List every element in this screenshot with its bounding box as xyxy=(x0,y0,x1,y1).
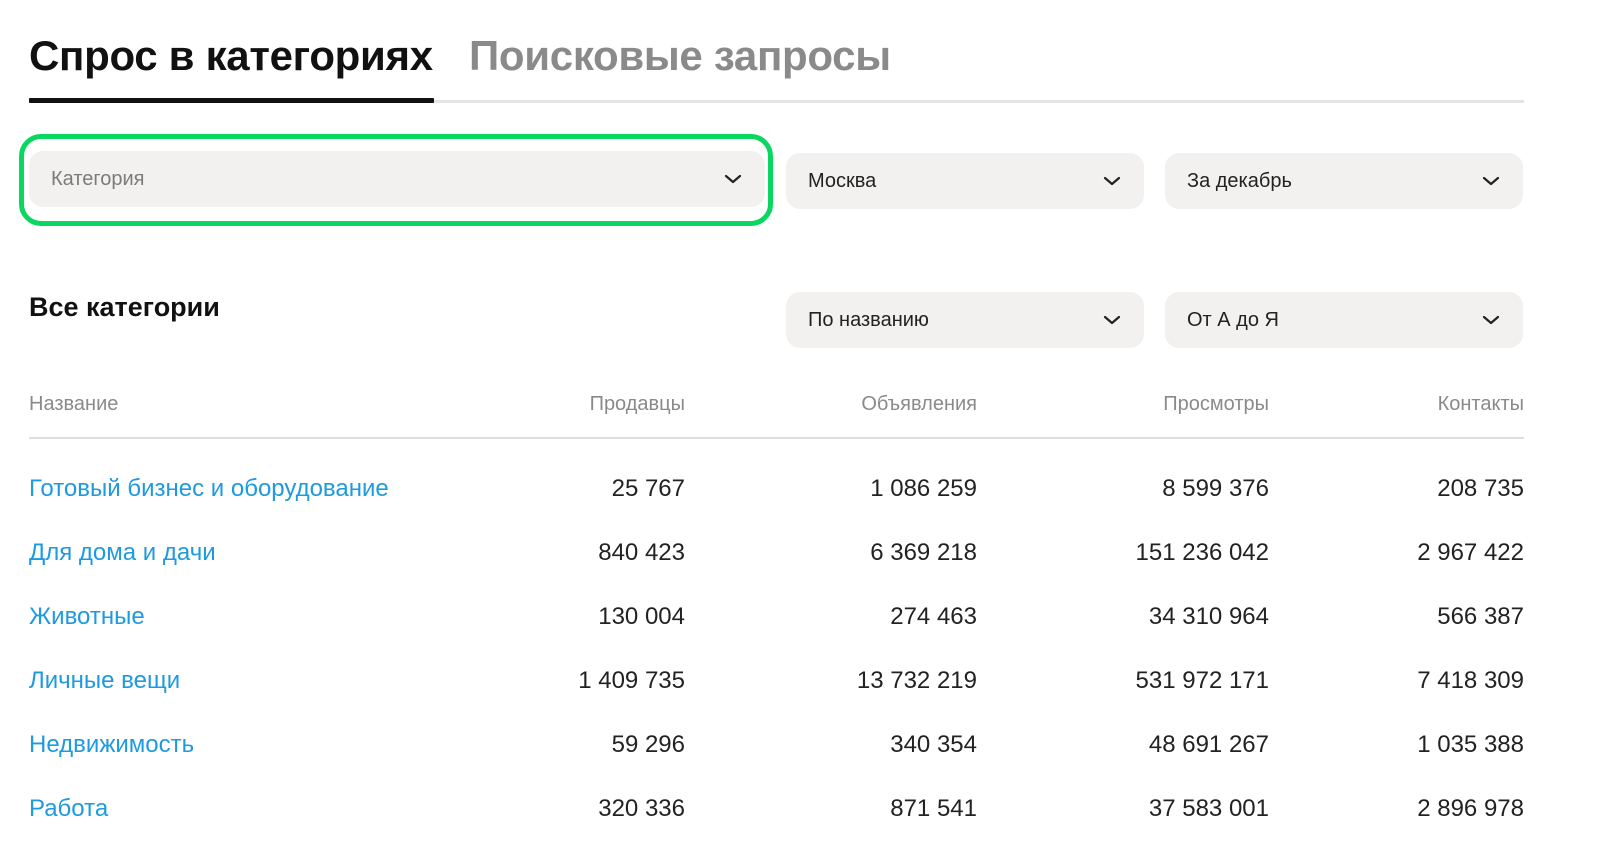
ads-cell: 274 463 xyxy=(890,603,977,630)
column-header-name: Название xyxy=(29,393,119,415)
contacts-cell: 566 387 xyxy=(1437,603,1524,630)
category-link[interactable]: Готовый бизнес и оборудование xyxy=(29,475,389,503)
contacts-cell: 7 418 309 xyxy=(1417,667,1524,694)
city-select-value: Москва xyxy=(808,169,877,192)
views-cell: 8 599 376 xyxy=(1162,475,1269,502)
table-row: Готовый бизнес и оборудование 25 767 1 0… xyxy=(29,470,1524,534)
contacts-cell: 1 035 388 xyxy=(1417,731,1524,758)
contacts-cell: 2 896 978 xyxy=(1417,795,1524,822)
category-link[interactable]: Животные xyxy=(29,603,145,631)
column-header-views: Просмотры xyxy=(1163,393,1269,415)
table-row: Недвижимость 59 296 340 354 48 691 267 1… xyxy=(29,726,1524,790)
table-row: Личные вещи 1 409 735 13 732 219 531 972… xyxy=(29,662,1524,726)
ads-cell: 871 541 xyxy=(890,795,977,822)
views-cell: 37 583 001 xyxy=(1148,795,1269,822)
views-cell: 151 236 042 xyxy=(1135,539,1269,566)
sort-order-value: От А до Я xyxy=(1187,308,1279,331)
table-body: Готовый бизнес и оборудование 25 767 1 0… xyxy=(29,470,1524,854)
tab-demand-in-categories[interactable]: Спрос в категориях xyxy=(29,32,433,80)
section-title: Все категории xyxy=(29,292,220,322)
sellers-cell: 840 423 xyxy=(598,539,685,566)
chevron-down-icon xyxy=(1102,310,1122,330)
sellers-cell: 59 296 xyxy=(611,731,685,758)
sellers-cell: 320 336 xyxy=(598,795,685,822)
table-header: Название Продавцы Объявления Просмотры К… xyxy=(29,390,1524,420)
table-row: Работа 320 336 871 541 37 583 001 2 896 … xyxy=(29,790,1524,854)
chevron-down-icon xyxy=(723,169,743,189)
views-cell: 531 972 171 xyxy=(1135,667,1269,694)
ads-cell: 340 354 xyxy=(890,731,977,758)
category-link[interactable]: Работа xyxy=(29,795,108,823)
column-header-sellers: Продавцы xyxy=(589,393,685,415)
views-cell: 48 691 267 xyxy=(1148,731,1269,758)
sellers-cell: 1 409 735 xyxy=(578,667,685,694)
period-select-value: За декабрь xyxy=(1187,169,1292,192)
period-select[interactable]: За декабрь xyxy=(1165,153,1523,209)
tab-search-queries[interactable]: Поисковые запросы xyxy=(469,32,891,80)
table-row: Животные 130 004 274 463 34 310 964 566 … xyxy=(29,598,1524,662)
category-select-placeholder: Категория xyxy=(51,167,145,190)
tab-bar: Спрос в категориях Поисковые запросы xyxy=(29,28,1524,104)
chevron-down-icon xyxy=(1481,171,1501,191)
category-link[interactable]: Личные вещи xyxy=(29,667,180,695)
sort-by-value: По названию xyxy=(808,308,929,331)
active-tab-indicator xyxy=(29,98,434,103)
sellers-cell: 25 767 xyxy=(611,475,685,502)
category-link[interactable]: Для дома и дачи xyxy=(29,539,216,567)
contacts-cell: 208 735 xyxy=(1437,475,1524,502)
ads-cell: 1 086 259 xyxy=(870,475,977,502)
sellers-cell: 130 004 xyxy=(598,603,685,630)
ads-cell: 6 369 218 xyxy=(870,539,977,566)
chevron-down-icon xyxy=(1481,310,1501,330)
category-link[interactable]: Недвижимость xyxy=(29,731,194,759)
table-header-divider xyxy=(29,437,1524,439)
sort-by-select[interactable]: По названию xyxy=(786,292,1144,348)
table-row: Для дома и дачи 840 423 6 369 218 151 23… xyxy=(29,534,1524,598)
sort-order-select[interactable]: От А до Я xyxy=(1165,292,1523,348)
column-header-contacts: Контакты xyxy=(1437,393,1524,415)
city-select[interactable]: Москва xyxy=(786,153,1144,209)
views-cell: 34 310 964 xyxy=(1148,603,1269,630)
ads-cell: 13 732 219 xyxy=(856,667,977,694)
contacts-cell: 2 967 422 xyxy=(1417,539,1524,566)
chevron-down-icon xyxy=(1102,171,1122,191)
category-select[interactable]: Категория xyxy=(29,151,765,207)
column-header-ads: Объявления xyxy=(861,393,977,415)
